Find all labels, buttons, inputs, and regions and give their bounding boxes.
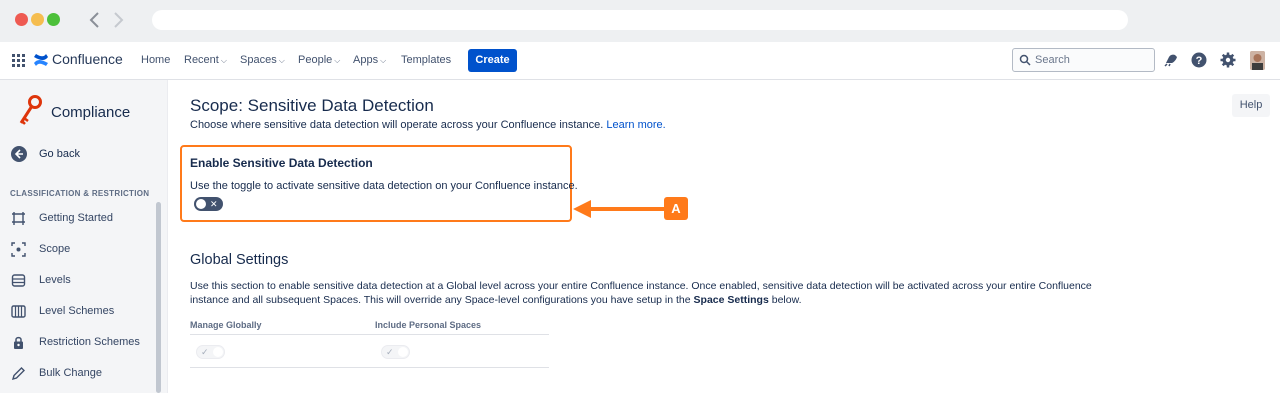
sidebar-item-label: Restriction Schemes	[39, 336, 140, 348]
global-settings-description-part2: below.	[768, 294, 802, 306]
levels-icon	[11, 274, 26, 287]
sidebar-scrollbar[interactable]	[156, 202, 161, 393]
sidebar-item-restriction-schemes[interactable]: Restriction Schemes	[11, 334, 156, 354]
browser-forward-icon[interactable]	[108, 9, 128, 31]
sidebar-item-levels[interactable]: Levels	[11, 272, 156, 292]
nav-spaces-label: Spaces	[240, 54, 277, 66]
toggle-knob	[196, 199, 206, 209]
page-description-text: Choose where sensitive data detection wi…	[190, 119, 604, 131]
space-settings-emphasis: Space Settings	[693, 294, 769, 306]
create-button[interactable]: Create	[468, 49, 517, 72]
browser-back-icon[interactable]	[85, 9, 105, 31]
nav-people-label: People	[298, 54, 333, 66]
chevron-down-icon: ⌵	[380, 56, 387, 65]
go-back-label: Go back	[39, 148, 80, 160]
help-button[interactable]: Help	[1232, 94, 1270, 117]
scope-icon	[11, 242, 26, 257]
sidebar-title: Compliance	[51, 104, 131, 121]
enable-section-title: Enable Sensitive Data Detection	[190, 156, 373, 170]
level-schemes-icon	[11, 305, 26, 318]
maximize-window-button[interactable]	[47, 13, 60, 26]
column-header-include-personal-spaces: Include Personal Spaces	[375, 320, 482, 330]
sidebar-item-scope[interactable]: Scope	[11, 241, 156, 261]
search-input[interactable]: Search	[1012, 48, 1155, 72]
user-avatar[interactable]	[1250, 51, 1265, 70]
check-icon: ✓	[386, 347, 394, 357]
annotation-arrow-shaft	[590, 207, 664, 211]
top-navigation: Confluence Home Recent ⌵ Spaces ⌵ People ⌵ …	[0, 42, 1280, 80]
annotation-arrow-head	[573, 200, 591, 218]
nav-home-label: Home	[141, 54, 171, 66]
sidebar-item-label: Levels	[39, 274, 71, 286]
annotation-callout-badge: A	[664, 197, 688, 220]
app-switcher-icon[interactable]	[12, 54, 25, 67]
sidebar-item-label: Getting Started	[39, 212, 113, 224]
global-settings-title: Global Settings	[190, 252, 289, 268]
table-header-divider	[190, 334, 549, 335]
confluence-logo-icon[interactable]	[33, 52, 49, 68]
minimize-window-button[interactable]	[31, 13, 44, 26]
nav-templates[interactable]: Templates	[401, 54, 451, 66]
chevron-down-icon: ⌵	[220, 56, 227, 65]
notifications-icon[interactable]	[1162, 51, 1180, 69]
settings-gear-icon[interactable]	[1219, 51, 1237, 69]
close-window-button[interactable]	[15, 13, 28, 26]
include-personal-spaces-toggle[interactable]: ✓	[381, 345, 410, 359]
column-header-manage-globally: Manage Globally	[190, 320, 262, 330]
check-icon: ✓	[201, 347, 209, 357]
go-back-link[interactable]: Go back	[11, 146, 161, 166]
chevron-down-icon: ⌵	[334, 56, 341, 65]
global-settings-description-part1: Use this section to enable sensitive dat…	[190, 280, 1092, 306]
sidebar-item-level-schemes[interactable]: Level Schemes	[11, 303, 156, 323]
nav-templates-label: Templates	[401, 54, 452, 66]
search-icon	[1019, 54, 1031, 66]
sidebar-item-label: Scope	[39, 243, 71, 255]
nav-apps[interactable]: Apps ⌵	[353, 54, 386, 66]
page-description: Choose where sensitive data detection wi…	[190, 119, 666, 131]
help-icon[interactable]: ?	[1190, 51, 1208, 69]
sidebar-item-label: Bulk Change	[39, 367, 102, 379]
enable-section-description: Use the toggle to activate sensitive dat…	[190, 180, 578, 192]
nav-spaces[interactable]: Spaces ⌵	[240, 54, 285, 66]
sidebar-section-heading: CLASSIFICATION & RESTRICTION	[10, 189, 150, 198]
search-placeholder: Search	[1035, 54, 1070, 66]
flag-icon	[12, 212, 25, 225]
pencil-icon	[11, 367, 25, 381]
chevron-down-icon: ⌵	[278, 56, 285, 65]
compliance-key-icon	[19, 95, 42, 125]
nav-recent-label: Recent	[184, 54, 219, 66]
page-title: Scope: Sensitive Data Detection	[190, 96, 434, 115]
back-arrow-icon	[11, 146, 27, 162]
sidebar-item-bulk-change[interactable]: Bulk Change	[11, 365, 156, 385]
toggle-knob	[398, 347, 408, 357]
global-settings-description: Use this section to enable sensitive dat…	[190, 279, 1110, 307]
nav-people[interactable]: People ⌵	[298, 54, 340, 66]
nav-home[interactable]: Home	[141, 54, 170, 66]
close-icon: ✕	[210, 199, 218, 209]
toggle-knob	[213, 347, 223, 357]
manage-globally-toggle[interactable]: ✓	[196, 345, 225, 359]
browser-chrome	[0, 0, 1280, 42]
nav-apps-label: Apps	[353, 54, 379, 66]
lock-icon	[14, 336, 23, 349]
nav-recent[interactable]: Recent ⌵	[184, 54, 227, 66]
table-row-divider	[190, 367, 549, 368]
sidebar-item-getting-started[interactable]: Getting Started	[11, 210, 156, 230]
url-bar[interactable]	[152, 10, 1128, 30]
svg-text:?: ?	[1196, 55, 1203, 67]
app-name[interactable]: Confluence	[52, 51, 123, 67]
learn-more-link[interactable]: Learn more.	[606, 119, 665, 131]
sidebar-item-label: Level Schemes	[39, 305, 115, 317]
sidebar: Compliance Go back CLASSIFICATION & REST…	[0, 80, 168, 393]
enable-sensitive-data-toggle[interactable]: ✕	[194, 197, 223, 211]
